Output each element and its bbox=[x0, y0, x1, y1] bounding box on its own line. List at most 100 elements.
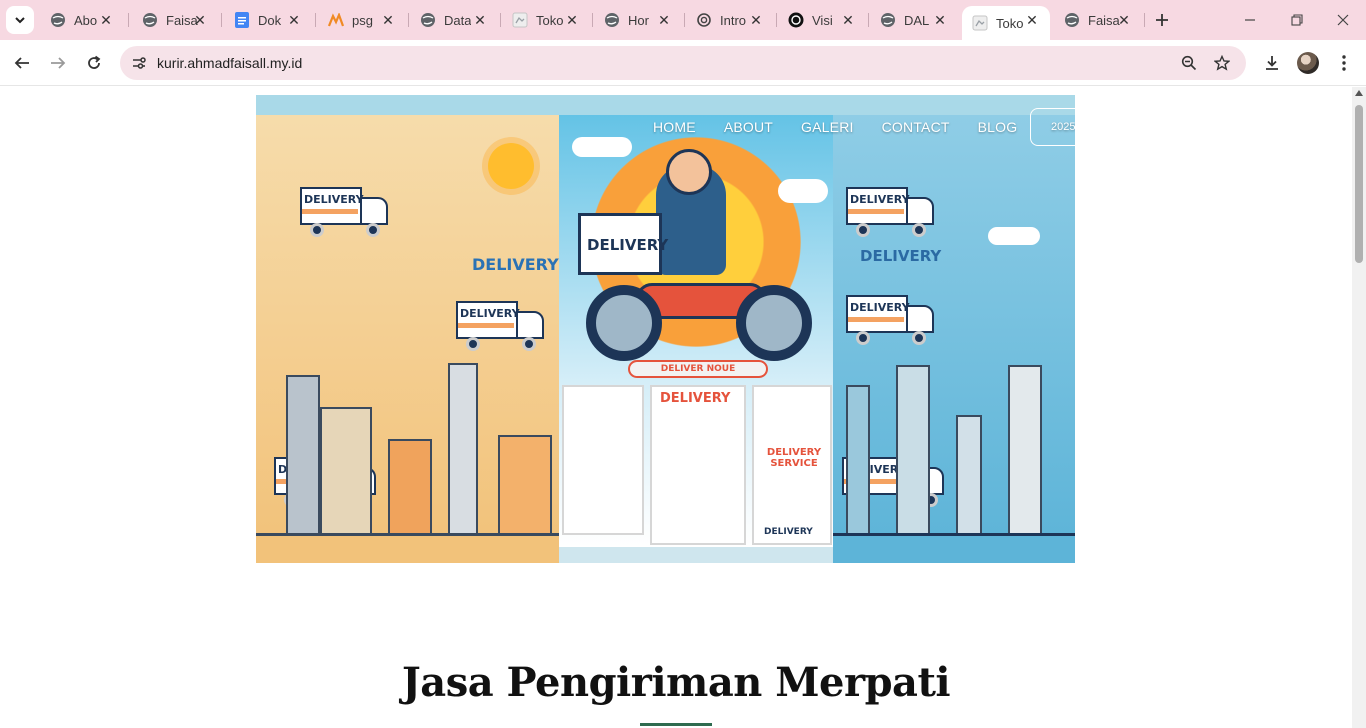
docs-icon bbox=[234, 12, 250, 28]
tab-search-button[interactable] bbox=[6, 6, 34, 34]
tab-separator bbox=[500, 13, 501, 27]
building-illustration bbox=[1008, 365, 1042, 535]
back-button[interactable] bbox=[8, 49, 36, 77]
close-icon[interactable]: ✕ bbox=[1024, 12, 1040, 28]
nav-about[interactable]: ABOUT bbox=[724, 119, 773, 135]
tab-separator bbox=[128, 13, 129, 27]
close-icon[interactable]: ✕ bbox=[1116, 12, 1132, 28]
title-underline bbox=[640, 723, 712, 726]
small-label: DELIVERY bbox=[764, 527, 813, 537]
restore-button[interactable] bbox=[1283, 8, 1311, 32]
globe-icon bbox=[604, 12, 620, 28]
site-settings-icon[interactable] bbox=[128, 52, 150, 74]
building-illustration bbox=[448, 363, 478, 535]
nav-cta-button[interactable]: 2025 bbox=[1030, 108, 1075, 146]
page-title: Jasa Pengiriman Merpati bbox=[401, 659, 951, 706]
arrow-right-icon bbox=[51, 57, 66, 69]
building-illustration bbox=[498, 435, 552, 535]
close-icon[interactable]: ✕ bbox=[840, 12, 856, 28]
close-icon[interactable]: ✕ bbox=[748, 12, 764, 28]
tab-title: Hor bbox=[628, 12, 649, 28]
address-bar[interactable]: kurir.ahmadfaisall.my.id bbox=[120, 46, 1246, 80]
bookmark-star-icon[interactable] bbox=[1211, 52, 1233, 74]
tab-separator bbox=[868, 13, 869, 27]
globe-icon bbox=[1064, 12, 1080, 28]
globe-icon bbox=[142, 12, 158, 28]
browser-menu-button[interactable] bbox=[1330, 49, 1358, 77]
page-scrollbar[interactable] bbox=[1352, 87, 1366, 728]
close-icon[interactable]: ✕ bbox=[564, 12, 580, 28]
nav-galeri[interactable]: GALERI bbox=[801, 119, 854, 135]
reload-button[interactable] bbox=[80, 49, 108, 77]
tab-separator bbox=[221, 13, 222, 27]
nav-home[interactable]: HOME bbox=[653, 119, 696, 135]
delivery-word: DELIVERY bbox=[860, 247, 942, 265]
building-illustration bbox=[320, 407, 372, 535]
tab-6[interactable]: Hor ✕ bbox=[594, 6, 682, 34]
close-icon bbox=[1337, 14, 1349, 26]
tab-0[interactable]: Abo ✕ bbox=[40, 6, 124, 34]
building-illustration bbox=[956, 415, 982, 535]
close-icon[interactable]: ✕ bbox=[380, 12, 396, 28]
scroll-thumb[interactable] bbox=[1355, 105, 1363, 263]
tab-10-active[interactable]: Toko ✕ bbox=[962, 6, 1050, 40]
close-icon[interactable]: ✕ bbox=[192, 12, 208, 28]
tab-1[interactable]: Faisa ✕ bbox=[132, 6, 218, 34]
tab-2[interactable]: Dok ✕ bbox=[224, 6, 312, 34]
site-nav: HOME ABOUT GALERI CONTACT BLOG bbox=[653, 119, 1045, 135]
ground-left bbox=[256, 533, 559, 563]
tab-11[interactable]: Faisa ✕ bbox=[1054, 6, 1142, 34]
tab-4[interactable]: Data ✕ bbox=[410, 6, 498, 34]
tab-title: Toko bbox=[996, 15, 1024, 31]
globe-icon bbox=[880, 12, 896, 28]
tab-separator bbox=[592, 13, 593, 27]
close-icon[interactable]: ✕ bbox=[472, 12, 488, 28]
tab-8[interactable]: Visi ✕ bbox=[778, 6, 866, 34]
cloud-illustration bbox=[988, 227, 1040, 245]
building-illustration bbox=[286, 375, 320, 535]
tab-5[interactable]: Toko ✕ bbox=[502, 6, 590, 34]
globe-icon bbox=[50, 12, 66, 28]
tab-title: DAL bbox=[904, 12, 930, 28]
chevron-down-icon bbox=[15, 17, 25, 24]
tab-separator bbox=[315, 13, 316, 27]
minimize-button[interactable] bbox=[1236, 8, 1264, 32]
arrow-left-icon bbox=[14, 57, 29, 69]
nav-blog[interactable]: BLOG bbox=[978, 119, 1018, 135]
tab-title: Data bbox=[444, 12, 472, 28]
building-illustration bbox=[846, 385, 870, 535]
url-text[interactable]: kurir.ahmadfaisall.my.id bbox=[157, 55, 302, 71]
profile-button[interactable] bbox=[1294, 49, 1322, 77]
tab-title: Dok bbox=[258, 12, 282, 28]
close-icon[interactable]: ✕ bbox=[932, 12, 948, 28]
tab-title: Visi bbox=[812, 12, 833, 28]
scroll-up-arrow-icon[interactable] bbox=[1355, 90, 1363, 96]
close-icon[interactable]: ✕ bbox=[656, 12, 672, 28]
hero-banner: DELIVERY DELIVERY DELIVERY DELIVERY DELI… bbox=[256, 95, 1075, 563]
close-window-button[interactable] bbox=[1329, 8, 1357, 32]
kebab-menu-icon bbox=[1342, 55, 1346, 71]
tab-strip: Abo ✕ Faisa ✕ Dok ✕ psg ✕ Data ✕ Toko ✕ … bbox=[0, 0, 1366, 40]
ribbon-banner: DELIVER NOUE bbox=[628, 360, 768, 378]
new-tab-button[interactable] bbox=[1150, 8, 1174, 32]
tab-title: Intro bbox=[720, 12, 747, 28]
page-viewport: DELIVERY DELIVERY DELIVERY DELIVERY DELI… bbox=[0, 87, 1352, 728]
openai-icon bbox=[788, 12, 804, 28]
nav-contact[interactable]: CONTACT bbox=[882, 119, 950, 135]
reload-icon bbox=[88, 55, 101, 69]
truck-illustration: DELIVERY bbox=[846, 187, 936, 239]
openai-icon bbox=[696, 12, 712, 28]
tab-9[interactable]: DAL ✕ bbox=[870, 6, 958, 34]
avatar bbox=[1297, 52, 1319, 74]
close-icon[interactable]: ✕ bbox=[98, 12, 114, 28]
close-icon[interactable]: ✕ bbox=[286, 12, 302, 28]
cloud-illustration bbox=[778, 179, 828, 203]
tab-title: Toko bbox=[536, 12, 564, 28]
tab-7[interactable]: Intro ✕ bbox=[686, 6, 774, 34]
forward-button[interactable] bbox=[44, 49, 72, 77]
tab-3[interactable]: psg ✕ bbox=[318, 6, 406, 34]
tab-separator bbox=[1144, 13, 1145, 27]
downloads-button[interactable] bbox=[1258, 49, 1286, 77]
flyer-card: DELIVERY SERVICE DELIVERY bbox=[752, 385, 832, 545]
zoom-icon[interactable] bbox=[1178, 52, 1200, 74]
